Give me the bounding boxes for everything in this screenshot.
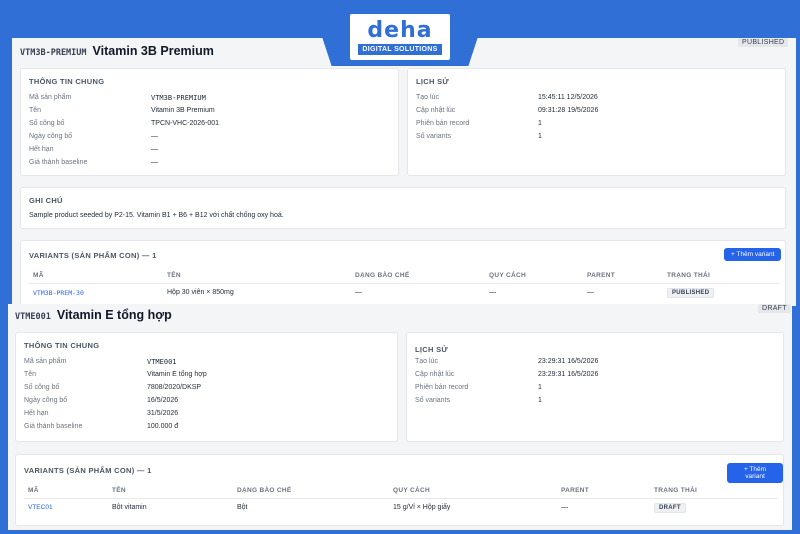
variant-parent: —	[587, 289, 594, 296]
field-label: Phiên bản record	[416, 120, 470, 127]
page-title: Vitamin 3B Premium	[92, 44, 214, 58]
add-variant-button[interactable]: + Thêm variant	[724, 248, 782, 261]
field-value: 1	[538, 133, 542, 140]
field-value: 31/5/2026	[147, 410, 179, 417]
product-detail-panel: VTME001 Vitamin E tổng hợp DRAFT THÔNG T…	[8, 304, 792, 530]
card-heading: VARIANTS (SẢN PHẨM CON) — 1	[24, 466, 152, 475]
field-label: Cập nhật lúc	[416, 107, 456, 114]
divider	[29, 283, 779, 284]
history-card: LỊCH SỬ Tạo lúc 15:45:11 12/5/2026 Cập n…	[407, 68, 786, 176]
history-card: LỊCH SỬ Tạo lúc 23:29:31 16/5/2026 Cập n…	[406, 332, 784, 442]
field-value: —	[151, 133, 158, 140]
field-label: Phiên bản record	[415, 384, 469, 391]
variant-spec: —	[489, 289, 496, 296]
card-heading: THÔNG TIN CHUNG	[24, 341, 100, 350]
field-label: Ngày công bố	[24, 397, 68, 404]
product-header: VTME001 Vitamin E tổng hợp	[15, 308, 172, 322]
variant-spec: 15 g/Vỉ × Hộp giấy	[393, 504, 451, 511]
field-label: Mã sản phẩm	[24, 358, 67, 365]
column-header: MÃ	[28, 487, 39, 494]
column-header: MÃ	[33, 272, 44, 279]
field-value: TPCN-VHC-2026-001	[151, 120, 220, 127]
variant-form: —	[355, 289, 362, 296]
add-variant-button[interactable]: + Thêm variant	[727, 463, 783, 483]
field-label: Hết hạn	[29, 146, 54, 153]
status-badge: DRAFT	[654, 503, 686, 513]
column-header: DẠNG BÀO CHẾ	[237, 487, 292, 494]
card-heading: THÔNG TIN CHUNG	[29, 77, 105, 86]
status-badge: PUBLISHED	[667, 288, 715, 298]
variants-card: VARIANTS (SẢN PHẨM CON) — 1 + Thêm varia…	[15, 454, 784, 526]
field-value: Vitamin 3B Premium	[151, 107, 215, 114]
note-text: Sample product seeded by P2-15. Vitamin …	[29, 212, 284, 219]
field-label: Tạo lúc	[416, 94, 439, 101]
field-value: Vitamin E tổng hợp	[147, 371, 207, 378]
notes-card: GHI CHÚ Sample product seeded by P2-15. …	[20, 187, 786, 229]
field-label: Tên	[29, 107, 42, 114]
field-value: 23:29:31 16/5/2026	[538, 358, 599, 365]
field-value: 100.000 đ	[147, 423, 179, 430]
general-info-card: THÔNG TIN CHUNG Mã sản phẩm VTM3B-PREMIU…	[20, 68, 399, 176]
field-value: —	[151, 146, 158, 153]
column-header: TÊN	[112, 487, 126, 494]
column-header: DẠNG BÀO CHẾ	[355, 272, 410, 279]
column-header: PARENT	[587, 272, 616, 279]
field-value: 1	[538, 120, 542, 127]
variant-code-link[interactable]: VTEC01	[28, 504, 53, 511]
field-value: VTM3B-PREMIUM	[151, 94, 206, 102]
field-value: 1	[538, 397, 542, 404]
general-info-card: THÔNG TIN CHUNG Mã sản phẩm VTME001 Tên …	[15, 332, 398, 442]
status-badge: DRAFT	[758, 304, 791, 313]
field-label: Hết hạn	[24, 410, 49, 417]
product-detail-panel: VTM3B-PREMIUM Vitamin 3B Premium PUBLISH…	[12, 38, 796, 306]
field-label: Tạo lúc	[415, 358, 438, 365]
field-value: 15:45:11 12/5/2026	[538, 94, 598, 101]
product-sku: VTME001	[15, 312, 51, 322]
variants-card: VARIANTS (SẢN PHẨM CON) — 1 + Thêm varia…	[20, 240, 786, 306]
card-heading: VARIANTS (SẢN PHẨM CON) — 1	[29, 251, 157, 260]
field-value: 7808/2020/DKSP	[147, 384, 202, 391]
column-header: QUY CÁCH	[393, 487, 430, 494]
card-heading: LỊCH SỬ	[416, 77, 449, 86]
field-label: Số công bố	[24, 384, 60, 391]
field-value: —	[151, 159, 158, 166]
field-label: Số variants	[415, 397, 451, 404]
variant-form: Bột	[237, 504, 248, 511]
field-value: 09:31:28 19/5/2026	[538, 107, 599, 114]
status-badge: PUBLISHED	[738, 38, 789, 47]
column-header: TÊN	[167, 272, 181, 279]
column-header: TRẠNG THÁI	[654, 487, 698, 494]
card-heading: GHI CHÚ	[29, 196, 63, 205]
field-label: Số variants	[416, 133, 452, 140]
field-label: Giá thành baseline	[24, 423, 83, 430]
column-header: PARENT	[561, 487, 590, 494]
card-heading: LỊCH SỬ	[415, 345, 448, 354]
logo-wordmark: deha	[367, 17, 433, 43]
field-label: Số công bố	[29, 120, 65, 127]
column-header: QUY CÁCH	[489, 272, 526, 279]
field-value: 23:29:31 16/5/2026	[538, 371, 599, 378]
divider	[24, 498, 777, 499]
variant-parent: —	[561, 504, 568, 511]
field-value: 16/5/2026	[147, 397, 179, 404]
field-label: Tên	[24, 371, 37, 378]
logo-tagline: DIGITAL SOLUTIONS	[358, 43, 442, 55]
field-label: Mã sản phẩm	[29, 94, 72, 101]
field-label: Cập nhật lúc	[415, 371, 455, 378]
product-sku: VTM3B-PREMIUM	[20, 48, 87, 58]
variant-code-link[interactable]: VTM3B-PREM-30	[33, 289, 84, 297]
field-value: VTME001	[147, 358, 177, 366]
field-label: Giá thành baseline	[29, 159, 88, 166]
column-header: TRẠNG THÁI	[667, 272, 711, 279]
brand-logo: deha DIGITAL SOLUTIONS	[350, 14, 450, 60]
page-title: Vitamin E tổng hợp	[56, 308, 172, 322]
variant-name: Bột vitamin	[112, 504, 147, 511]
field-value: 1	[538, 384, 542, 391]
variant-name: Hộp 30 viên × 850mg	[167, 289, 234, 296]
product-header: VTM3B-PREMIUM Vitamin 3B Premium	[20, 44, 214, 58]
field-label: Ngày công bố	[29, 133, 73, 140]
